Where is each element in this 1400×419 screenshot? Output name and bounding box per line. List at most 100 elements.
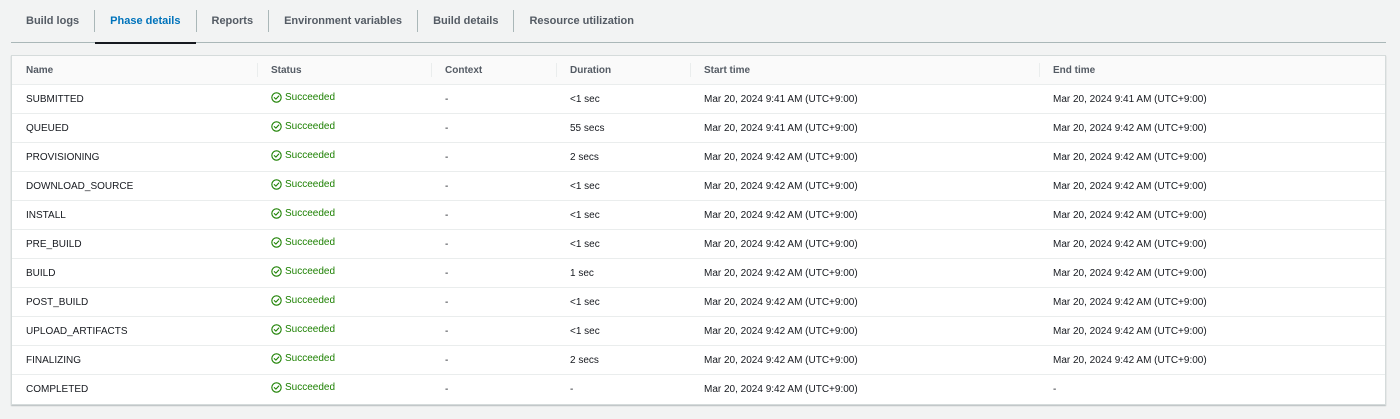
status-badge: Succeeded bbox=[271, 324, 335, 335]
table-row: SUBMITTED Succeeded - <1 sec Mar 20, 2024 9:… bbox=[12, 84, 1385, 114]
success-check-icon bbox=[271, 237, 282, 248]
phase-name: SUBMITTED bbox=[12, 84, 257, 114]
status-badge: Succeeded bbox=[271, 295, 335, 306]
phase-end-time: Mar 20, 2024 9:42 AM (UTC+9:00) bbox=[1039, 345, 1385, 375]
phase-context: - bbox=[431, 142, 556, 172]
phase-duration: 2 secs bbox=[556, 142, 690, 172]
status-text: Succeeded bbox=[285, 324, 336, 335]
phase-start-time: Mar 20, 2024 9:42 AM (UTC+9:00) bbox=[690, 229, 1039, 259]
phase-context: - bbox=[431, 200, 556, 230]
column-header-context: Context bbox=[431, 56, 556, 85]
status-badge: Succeeded bbox=[271, 266, 335, 277]
status-text: Succeeded bbox=[285, 266, 336, 277]
tab-bar: Build logs Phase details Reports Environmen… bbox=[11, 0, 1386, 44]
phase-start-time: Mar 20, 2024 9:42 AM (UTC+9:00) bbox=[690, 287, 1039, 317]
phase-duration: - bbox=[570, 383, 574, 395]
phase-duration: <1 sec bbox=[556, 229, 690, 259]
column-header-duration: Duration bbox=[556, 56, 690, 85]
table-row: FINALIZING Succeeded -2 secs Mar 20, 2024 9… bbox=[12, 345, 1385, 375]
success-check-icon bbox=[271, 324, 282, 335]
status-badge: Succeeded bbox=[271, 353, 335, 364]
status-badge: Succeeded bbox=[271, 179, 335, 190]
status-badge: Succeeded bbox=[271, 150, 335, 161]
table-row: DOWNLOAD_SOURCE Succeeded - <1 sec Mar 20, 2… bbox=[12, 171, 1385, 201]
phase-name: BUILD bbox=[12, 258, 257, 288]
phase-status-cell: Succeeded bbox=[257, 258, 431, 288]
column-header-name: Name bbox=[12, 56, 257, 85]
phase-duration: <1 sec bbox=[556, 84, 690, 114]
table-row: POST_BUILD Succeeded - <1 sec Mar 20, 2024 9… bbox=[12, 287, 1385, 317]
phase-duration: <1 sec bbox=[556, 316, 690, 346]
status-text: Succeeded bbox=[285, 150, 336, 161]
phase-name: DOWNLOAD_SOURCE bbox=[12, 171, 257, 201]
phase-status-cell: Succeeded bbox=[257, 113, 431, 143]
phase-name: PROVISIONING bbox=[12, 142, 257, 172]
phase-details-page: Build logs Phase details Reports Environmen… bbox=[0, 0, 1400, 419]
table-row: QUEUED Succeeded -55 secs Mar 20, 2024 9:41… bbox=[12, 113, 1385, 143]
tab-build-details[interactable]: Build details bbox=[418, 0, 513, 42]
phase-end-time: Mar 20, 2024 9:42 AM (UTC+9:00) bbox=[1039, 258, 1385, 288]
phase-duration: <1 sec bbox=[556, 287, 690, 317]
success-check-icon bbox=[271, 353, 282, 364]
phase-name: POST_BUILD bbox=[12, 287, 257, 317]
status-badge: Succeeded bbox=[271, 92, 335, 103]
tab-resource-utilization[interactable]: Resource utilization bbox=[514, 0, 649, 42]
phase-duration: <1 sec bbox=[556, 200, 690, 230]
column-header-status: Status bbox=[257, 56, 431, 85]
phase-context: - bbox=[431, 84, 556, 114]
success-check-icon bbox=[271, 179, 282, 190]
phase-end-time: Mar 20, 2024 9:41 AM (UTC+9:00) bbox=[1039, 84, 1385, 114]
column-header-start-time: Start time bbox=[690, 56, 1039, 85]
table-row: BUILD Succeeded -1 sec Mar 20, 2024 9:42 AM… bbox=[12, 258, 1385, 288]
status-badge: Succeeded bbox=[271, 208, 335, 219]
table-row: COMPLETED Succeeded - - Mar 20, 2024 9:42 AM… bbox=[12, 375, 1385, 404]
phase-end-time: - bbox=[1053, 383, 1057, 395]
success-check-icon bbox=[271, 382, 282, 393]
status-text: Succeeded bbox=[285, 295, 336, 306]
phase-status-cell: Succeeded bbox=[257, 200, 431, 230]
phase-context: - bbox=[431, 316, 556, 346]
phase-start-time: Mar 20, 2024 9:42 AM (UTC+9:00) bbox=[690, 345, 1039, 375]
phase-duration: 1 sec bbox=[556, 258, 690, 288]
tab-build-logs[interactable]: Build logs bbox=[11, 0, 94, 42]
tab-phase-details[interactable]: Phase details bbox=[95, 0, 196, 44]
status-text: Succeeded bbox=[285, 382, 336, 393]
table-row: PRE_BUILD Succeeded - <1 sec Mar 20, 2024 9:… bbox=[12, 229, 1385, 259]
phase-details-panel: Name Status Context Duration Start time … bbox=[11, 55, 1386, 405]
phase-end-time: Mar 20, 2024 9:42 AM (UTC+9:00) bbox=[1039, 142, 1385, 172]
phase-start-time: Mar 20, 2024 9:42 AM (UTC+9:00) bbox=[690, 316, 1039, 346]
status-text: Succeeded bbox=[285, 92, 336, 103]
phase-status-cell: Succeeded bbox=[257, 287, 431, 317]
table-header-row: Name Status Context Duration Start time … bbox=[12, 56, 1385, 85]
phase-start-time: Mar 20, 2024 9:42 AM (UTC+9:00) bbox=[690, 171, 1039, 201]
phase-status-cell: Succeeded bbox=[257, 316, 431, 346]
status-text: Succeeded bbox=[285, 121, 336, 132]
tab-reports[interactable]: Reports bbox=[197, 0, 269, 42]
phase-end-time: Mar 20, 2024 9:42 AM (UTC+9:00) bbox=[1039, 287, 1385, 317]
phase-start-time: Mar 20, 2024 9:42 AM (UTC+9:00) bbox=[704, 383, 858, 395]
success-check-icon bbox=[271, 208, 282, 219]
status-badge: Succeeded bbox=[271, 121, 335, 132]
status-text: Succeeded bbox=[285, 179, 336, 190]
table-row: UPLOAD_ARTIFACTS Succeeded - <1 sec Mar 20, … bbox=[12, 316, 1385, 346]
phase-end-time: Mar 20, 2024 9:42 AM (UTC+9:00) bbox=[1039, 316, 1385, 346]
phase-context: - bbox=[431, 113, 556, 143]
status-badge: Succeeded bbox=[271, 237, 335, 248]
success-check-icon bbox=[271, 150, 282, 161]
phase-status-cell: Succeeded bbox=[257, 229, 431, 259]
phase-end-time: Mar 20, 2024 9:42 AM (UTC+9:00) bbox=[1039, 113, 1385, 143]
phase-context: - bbox=[431, 229, 556, 259]
phase-name: COMPLETED bbox=[26, 383, 89, 395]
phase-start-time: Mar 20, 2024 9:41 AM (UTC+9:00) bbox=[690, 113, 1039, 143]
phase-duration: <1 sec bbox=[556, 171, 690, 201]
phase-status-cell: Succeeded bbox=[257, 142, 431, 172]
phase-status-cell: Succeeded bbox=[257, 345, 431, 375]
phase-name: QUEUED bbox=[12, 113, 257, 143]
phase-end-time: Mar 20, 2024 9:42 AM (UTC+9:00) bbox=[1039, 229, 1385, 259]
success-check-icon bbox=[271, 92, 282, 103]
phase-context: - bbox=[431, 345, 556, 375]
phase-table: Name Status Context Duration Start time … bbox=[12, 56, 1385, 403]
phase-duration: 55 secs bbox=[556, 113, 690, 143]
tab-environment-variables[interactable]: Environment variables bbox=[269, 0, 417, 42]
phase-status-cell: Succeeded bbox=[257, 171, 431, 201]
